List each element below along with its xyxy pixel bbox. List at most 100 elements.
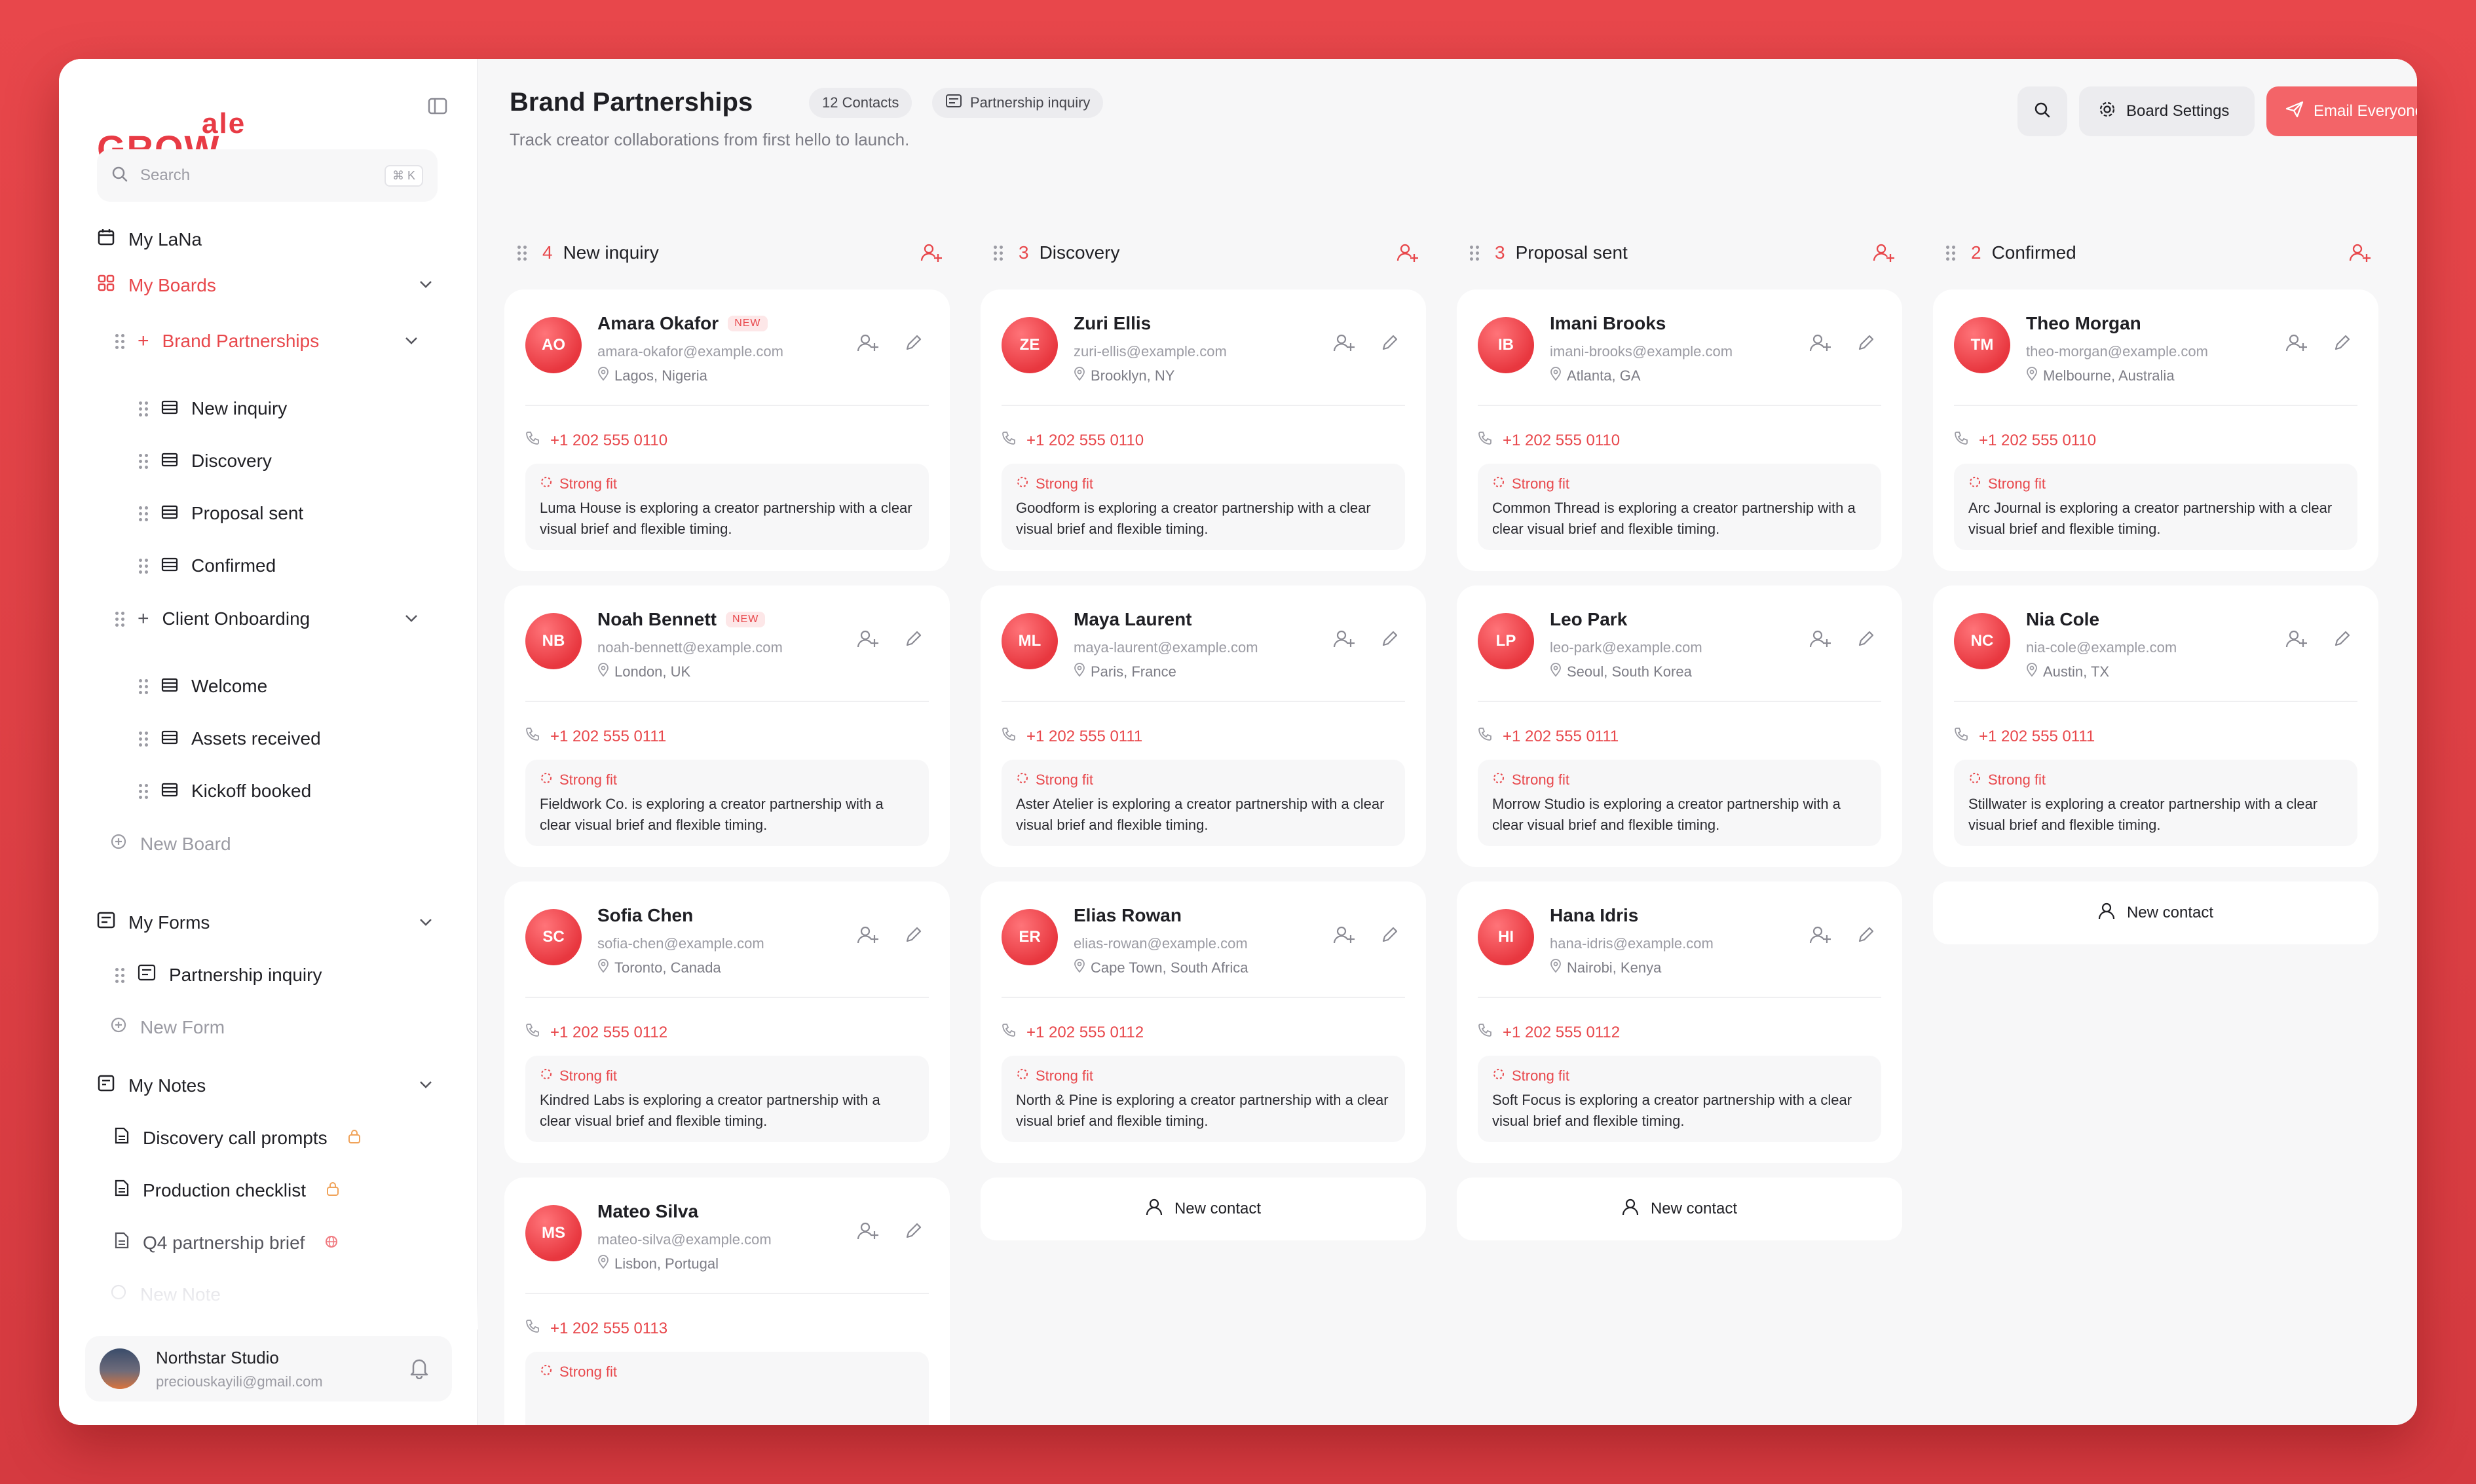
linked-form-pill[interactable]: Partnership inquiry: [932, 88, 1104, 118]
contact-phone[interactable]: +1 202 555 0112: [525, 1023, 667, 1042]
nav-my-notes[interactable]: My Notes: [97, 1074, 206, 1097]
new-board-button[interactable]: New Board: [110, 833, 231, 855]
stage-confirmed[interactable]: Confirmed: [139, 555, 276, 576]
edit-pencil-icon[interactable]: [1380, 629, 1400, 653]
search-input[interactable]: Search ⌘ K: [97, 149, 438, 202]
search-button[interactable]: [2017, 86, 2067, 136]
add-contact-icon[interactable]: [1396, 241, 1419, 268]
drag-handle-icon[interactable]: [1946, 246, 1955, 261]
board-brand-partnerships[interactable]: + Brand Partnerships: [115, 330, 319, 352]
add-contact-icon[interactable]: [1872, 241, 1896, 268]
contact-card[interactable]: LP Leo Park leo-park@example.com Seoul, …: [1457, 585, 1902, 867]
column-header[interactable]: 3 Discovery: [981, 229, 1426, 276]
contact-phone[interactable]: +1 202 555 0111: [1954, 727, 2095, 746]
edit-pencil-icon[interactable]: [1856, 629, 1876, 653]
edit-pencil-icon[interactable]: [904, 1221, 924, 1245]
drag-handle-icon[interactable]: [139, 454, 148, 469]
drag-handle-icon[interactable]: [517, 246, 527, 261]
column-header[interactable]: 2 Confirmed: [1933, 229, 2378, 276]
sidebar-toggle-icon[interactable]: [421, 89, 455, 123]
assign-user-icon[interactable]: [1809, 925, 1831, 949]
email-everyone-button[interactable]: Email Everyone: [2266, 86, 2417, 136]
assign-user-icon[interactable]: [1809, 629, 1831, 653]
drag-handle-icon[interactable]: [139, 679, 148, 694]
contact-card[interactable]: HI Hana Idris hana-idris@example.com Nai…: [1457, 881, 1902, 1163]
notifications-button[interactable]: [386, 1336, 452, 1401]
contact-phone[interactable]: +1 202 555 0111: [525, 727, 666, 746]
chevron-down-icon[interactable]: [418, 279, 434, 293]
drag-handle-icon[interactable]: [115, 967, 124, 983]
board-settings-button[interactable]: Board Settings: [2079, 86, 2255, 136]
nav-my-boards[interactable]: My Boards: [97, 274, 216, 297]
new-contact-button[interactable]: New contact: [1457, 1178, 1902, 1240]
assign-user-icon[interactable]: [1333, 925, 1355, 949]
edit-pencil-icon[interactable]: [1380, 925, 1400, 949]
stage-new-inquiry[interactable]: New inquiry: [139, 398, 287, 419]
drag-handle-icon[interactable]: [139, 732, 148, 747]
note-q4-partnership-brief[interactable]: Q4 partnership brief: [114, 1231, 339, 1254]
contact-card[interactable]: IB Imani Brooks imani-brooks@example.com…: [1457, 289, 1902, 571]
chevron-down-icon[interactable]: [403, 335, 419, 349]
add-contact-icon[interactable]: [2348, 241, 2372, 268]
note-production-checklist[interactable]: Production checklist: [114, 1179, 340, 1202]
contact-card[interactable]: ML Maya Laurent maya-laurent@example.com…: [981, 585, 1426, 867]
contact-card[interactable]: NC Nia Cole nia-cole@example.com Austin,…: [1933, 585, 2378, 867]
nav-my-lana[interactable]: My LaNa: [97, 228, 202, 251]
drag-handle-icon[interactable]: [139, 784, 148, 799]
column-header[interactable]: 3 Proposal sent: [1457, 229, 1902, 276]
nav-my-forms[interactable]: My Forms: [97, 912, 210, 933]
contact-card[interactable]: ZE Zuri Ellis zuri-ellis@example.com Bro…: [981, 289, 1426, 571]
drag-handle-icon[interactable]: [115, 612, 124, 627]
contact-phone[interactable]: +1 202 555 0112: [1002, 1023, 1144, 1042]
contact-phone[interactable]: +1 202 555 0110: [525, 431, 667, 450]
edit-pencil-icon[interactable]: [904, 925, 924, 949]
assign-user-icon[interactable]: [857, 333, 879, 357]
add-contact-icon[interactable]: [920, 241, 943, 268]
contact-phone[interactable]: +1 202 555 0110: [1002, 431, 1144, 450]
drag-handle-icon[interactable]: [139, 506, 148, 521]
drag-handle-icon[interactable]: [139, 559, 148, 574]
edit-pencil-icon[interactable]: [1856, 925, 1876, 949]
new-form-button[interactable]: New Form: [110, 1016, 225, 1038]
edit-pencil-icon[interactable]: [2333, 333, 2352, 357]
contact-phone[interactable]: +1 202 555 0110: [1478, 431, 1620, 450]
edit-pencil-icon[interactable]: [1380, 333, 1400, 357]
contact-card[interactable]: SC Sofia Chen sofia-chen@example.com Tor…: [504, 881, 950, 1163]
assign-user-icon[interactable]: [1333, 629, 1355, 653]
assign-user-icon[interactable]: [1333, 333, 1355, 357]
assign-user-icon[interactable]: [857, 629, 879, 653]
new-contact-button[interactable]: New contact: [981, 1178, 1426, 1240]
assign-user-icon[interactable]: [857, 1221, 879, 1245]
edit-pencil-icon[interactable]: [2333, 629, 2352, 653]
stage-assets-received[interactable]: Assets received: [139, 728, 321, 749]
contact-phone[interactable]: +1 202 555 0111: [1002, 727, 1142, 746]
new-contact-button[interactable]: New contact: [1933, 881, 2378, 944]
stage-kickoff-booked[interactable]: Kickoff booked: [139, 781, 311, 802]
board-client-onboarding[interactable]: + Client Onboarding: [115, 608, 310, 630]
contact-phone[interactable]: +1 202 555 0111: [1478, 727, 1619, 746]
drag-handle-icon[interactable]: [139, 401, 148, 417]
contact-phone[interactable]: +1 202 555 0110: [1954, 431, 2096, 450]
assign-user-icon[interactable]: [2285, 333, 2308, 357]
assign-user-icon[interactable]: [1809, 333, 1831, 357]
form-partnership-inquiry[interactable]: Partnership inquiry: [115, 964, 322, 986]
edit-pencil-icon[interactable]: [904, 333, 924, 357]
column-header[interactable]: 4 New inquiry: [504, 229, 950, 276]
stage-welcome[interactable]: Welcome: [139, 676, 267, 697]
contact-card[interactable]: NB Noah Bennett NEW noah-bennett@example…: [504, 585, 950, 867]
contact-phone[interactable]: +1 202 555 0113: [525, 1319, 667, 1338]
stage-proposal-sent[interactable]: Proposal sent: [139, 503, 303, 524]
chevron-down-icon[interactable]: [418, 1079, 434, 1093]
contact-card[interactable]: TM Theo Morgan theo-morgan@example.com M…: [1933, 289, 2378, 571]
contact-phone[interactable]: +1 202 555 0112: [1478, 1023, 1620, 1042]
chevron-down-icon[interactable]: [418, 917, 434, 931]
assign-user-icon[interactable]: [2285, 629, 2308, 653]
drag-handle-icon[interactable]: [115, 334, 124, 349]
edit-pencil-icon[interactable]: [1856, 333, 1876, 357]
drag-handle-icon[interactable]: [1470, 246, 1479, 261]
note-discovery-call-prompts[interactable]: Discovery call prompts: [114, 1126, 362, 1149]
chevron-down-icon[interactable]: [403, 613, 419, 627]
contact-card[interactable]: MS Mateo Silva mateo-silva@example.com L…: [504, 1178, 950, 1425]
edit-pencil-icon[interactable]: [904, 629, 924, 653]
assign-user-icon[interactable]: [857, 925, 879, 949]
